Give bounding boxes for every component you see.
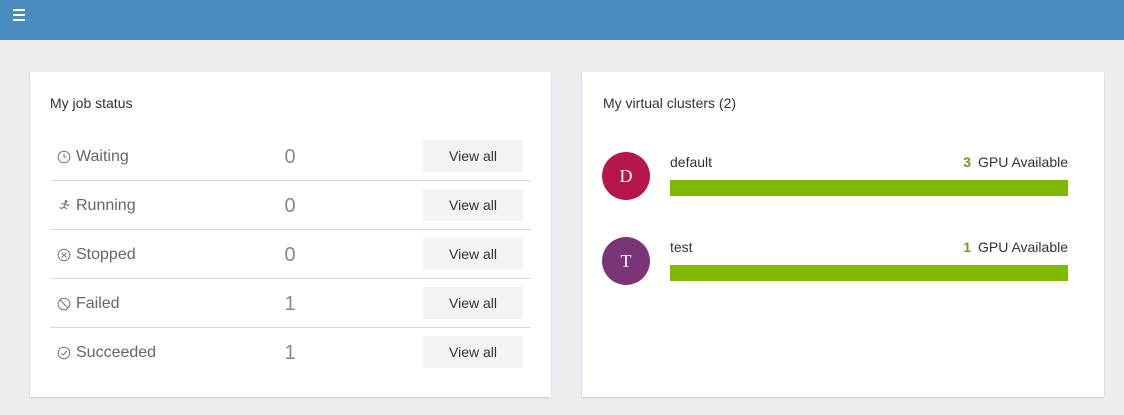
succeeded-check-icon [57,346,71,360]
view-all-succeeded-button[interactable]: View all [423,336,523,368]
job-count-succeeded: 1 [284,342,296,364]
stopped-circle-x-icon [57,248,71,262]
job-count-failed: 1 [284,293,296,315]
gpu-count: 1 [963,239,971,255]
gpu-count: 3 [963,154,971,170]
failed-prohibited-icon [57,297,71,311]
cluster-item-test[interactable]: T test 1 GPU Available [602,237,1068,285]
job-label-failed: Failed [76,295,120,312]
job-count-stopped: 0 [284,244,296,266]
job-label-succeeded: Succeeded [76,344,157,361]
view-all-failed-button[interactable]: View all [423,287,523,319]
virtual-clusters-card: My virtual clusters (2) D default 3 GPU A… [582,72,1104,397]
view-all-waiting-button[interactable]: View all [423,140,523,172]
running-icon [57,199,71,213]
virtual-clusters-title: My virtual clusters (2) [603,95,737,111]
job-status-card: My job status Waiting 0 View all Running… [30,72,551,397]
gpu-available: 3 GPU Available [963,154,1068,170]
cluster-item-default[interactable]: D default 3 GPU Available [602,152,1068,200]
job-count-waiting: 0 [284,146,296,168]
view-all-running-button[interactable]: View all [423,189,523,221]
job-row-stopped: Stopped 0 View all [50,230,531,279]
job-row-failed: Failed 1 View all [50,279,531,328]
gpu-label: GPU Available [977,154,1068,170]
job-status-title: My job status [50,95,133,111]
job-label-waiting: Waiting [76,148,129,165]
job-count-running: 0 [284,195,296,217]
job-label-running: Running [76,197,136,214]
job-row-succeeded: Succeeded 1 View all [50,328,531,376]
top-bar [0,0,1124,40]
avatar: T [602,237,650,285]
gpu-availability-fill [670,180,1068,196]
gpu-label: GPU Available [977,239,1068,255]
cluster-name[interactable]: default [670,154,712,170]
job-label-stopped: Stopped [76,246,136,263]
clock-icon [57,150,71,164]
view-all-stopped-button[interactable]: View all [423,238,523,270]
job-row-running: Running 0 View all [50,181,531,230]
job-row-waiting: Waiting 0 View all [50,132,531,181]
gpu-availability-bar [670,265,1068,281]
cluster-name[interactable]: test [670,239,693,255]
gpu-availability-fill [670,265,1068,281]
gpu-available: 1 GPU Available [963,239,1068,255]
avatar: D [602,152,650,200]
hamburger-menu-icon[interactable] [13,9,25,21]
gpu-availability-bar [670,180,1068,196]
